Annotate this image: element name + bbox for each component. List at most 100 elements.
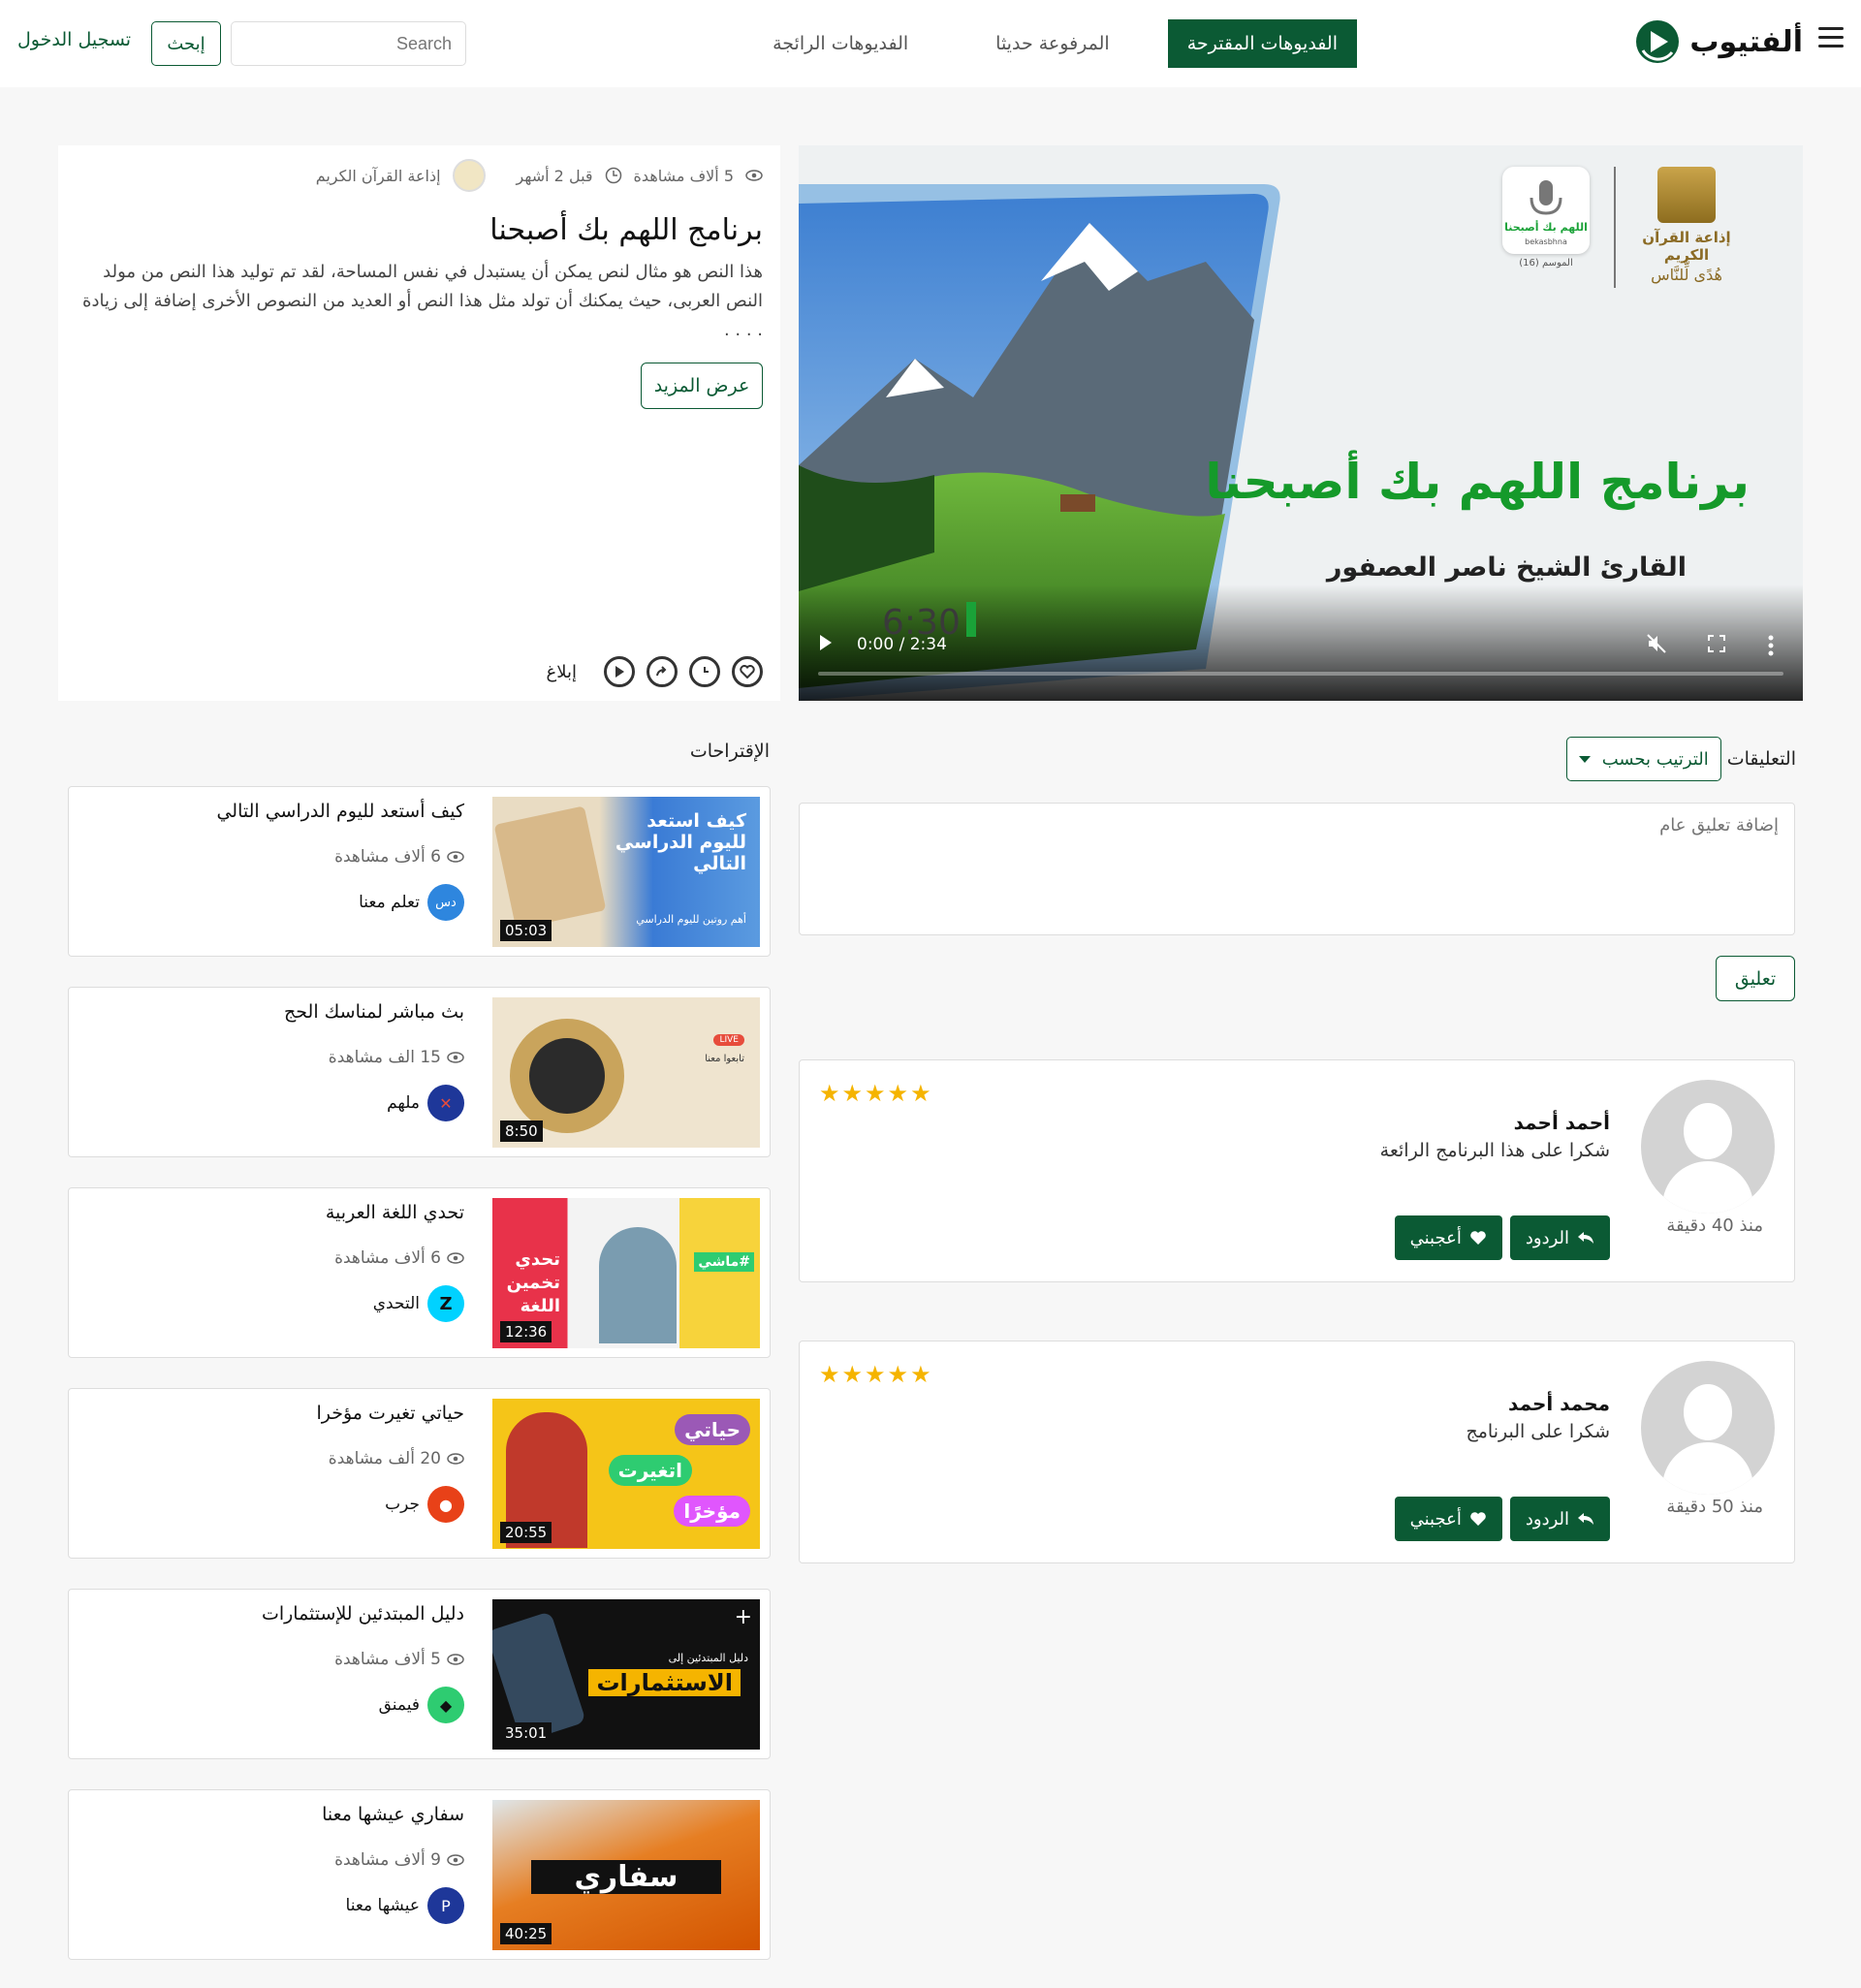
like-button[interactable]: أعجبني <box>1394 1497 1502 1541</box>
suggestion-card[interactable]: دليل المبتدئين إلى الاستثمارات + 35:01 د… <box>68 1589 771 1759</box>
rating-stars: ★★★★★ <box>819 1080 933 1107</box>
heart-icon <box>1470 1512 1486 1526</box>
suggestion-card[interactable]: كيف استعد لليوم الدراسي التالي أهم روتين… <box>68 786 771 957</box>
view-count: 5 ألاف مشاهدة <box>633 166 734 185</box>
search-input[interactable] <box>231 21 466 66</box>
channel-name[interactable]: إذاعة القرآن الكريم <box>316 167 441 185</box>
suggestion-title[interactable]: تحدي اللغة العربية <box>326 1202 464 1223</box>
comment-author: أحمد أحمد <box>1513 1111 1610 1134</box>
hamburger-menu-icon[interactable] <box>1818 27 1844 48</box>
suggestion-card[interactable]: حياتي اتغيرت مؤخرًا 20:55 حياتي تغيرت مؤ… <box>68 1388 771 1559</box>
video-duration: 8:50 <box>500 1120 543 1142</box>
submit-comment-button[interactable]: تعليق <box>1716 956 1795 1001</box>
video-thumbnail[interactable]: تحدي تخمين اللغة #ماشي 12:36 <box>492 1198 760 1348</box>
video-thumbnail[interactable]: دليل المبتدئين إلى الاستثمارات + 35:01 <box>492 1599 760 1750</box>
reply-icon <box>1578 1232 1593 1244</box>
views-text: 9 ألاف مشاهدة <box>334 1850 441 1870</box>
suggestion-title[interactable]: سفاري عيشها معنا <box>322 1804 464 1825</box>
fullscreen-icon[interactable] <box>1708 635 1725 652</box>
views-text: 6 ألاف مشاهدة <box>334 847 441 867</box>
podcast-name: اللهم بك أصبحنا <box>1504 220 1588 234</box>
eye-icon <box>447 1654 464 1665</box>
video-thumbnail[interactable]: كيف استعد لليوم الدراسي التالي أهم روتين… <box>492 797 760 947</box>
views-text: 20 ألف مشاهدة <box>328 1449 441 1468</box>
search-button[interactable]: إبحث <box>151 21 221 66</box>
suggestion-views: 6 ألاف مشاهدة <box>334 847 464 867</box>
comment-card: منذ 50 دقيقة محمد أحمد شكرا على البرنامج… <box>799 1341 1795 1563</box>
play-circle-icon[interactable] <box>604 656 635 687</box>
watch-later-icon[interactable] <box>689 656 720 687</box>
like-label: أعجبني <box>1409 1508 1462 1529</box>
progress-bar[interactable] <box>818 672 1783 676</box>
suggestion-channel[interactable]: P عيشها معنا <box>346 1887 464 1924</box>
mute-icon[interactable] <box>1646 633 1667 654</box>
suggestion-channel[interactable]: ◆ فيمنق <box>379 1687 464 1723</box>
user-avatar <box>1641 1361 1775 1495</box>
suggestion-card[interactable]: تحدي تخمين اللغة #ماشي 12:36 تحدي اللغة … <box>68 1187 771 1358</box>
quran-radio-logo: إذاعة القرآن الكريم هُدًى لِّلنَّاس <box>1619 167 1754 293</box>
suggestion-channel[interactable]: Z التحدي <box>373 1285 464 1322</box>
plus-icon: + <box>734 1605 752 1629</box>
tab-recently-uploaded[interactable]: المرفوعة حديثا <box>976 19 1129 68</box>
comment-input[interactable] <box>799 803 1795 935</box>
play-icon[interactable] <box>820 635 832 650</box>
rating-stars: ★★★★★ <box>819 1361 933 1388</box>
tab-suggested-videos[interactable]: الفديوهات المقترحة <box>1167 19 1357 68</box>
video-duration: 35:01 <box>500 1722 552 1744</box>
suggestion-views: 6 ألاف مشاهدة <box>334 1248 464 1268</box>
comment-actions: الردود أعجبني <box>1394 1215 1610 1260</box>
eye-icon <box>447 1052 464 1063</box>
main-video-player[interactable]: إذاعة القرآن الكريم هُدًى لِّلنَّاس الله… <box>799 145 1803 701</box>
radio-name: إذاعة القرآن الكريم <box>1642 229 1731 264</box>
suggestion-views: 20 ألف مشاهدة <box>329 1449 464 1468</box>
channel-name: ملهم <box>387 1093 420 1113</box>
suggestion-card[interactable]: سفاري 40:25 سفاري عيشها معنا 9 ألاف مشاه… <box>68 1789 771 1960</box>
replies-label: الردود <box>1525 1227 1569 1247</box>
suggestion-title[interactable]: كيف أستعد لليوم الدراسي التالي <box>216 801 464 822</box>
suggestion-title[interactable]: بث مباشر لمناسك الحج <box>284 1001 464 1023</box>
replies-button[interactable]: الردود <box>1509 1497 1610 1541</box>
suggestion-views: 9 ألاف مشاهدة <box>334 1850 464 1870</box>
suggestion-channel[interactable]: دس تعلم معنا <box>359 884 464 921</box>
channel-avatar: Z <box>427 1285 464 1322</box>
thumb-title: الاستثمارات <box>588 1669 741 1696</box>
video-overlay-title: برنامج اللهم بك أصبحنا <box>1205 454 1750 510</box>
podcast-logo: اللهم بك أصبحنا bekasbhna الموسم (16) <box>1502 167 1590 298</box>
report-link[interactable]: إبلاغ <box>547 662 578 682</box>
suggestion-card[interactable]: LIVE تابعوا معنا 8:50 بث مباشر لمناسك ال… <box>68 987 771 1157</box>
channel-avatar[interactable] <box>452 159 486 192</box>
video-thumbnail[interactable]: حياتي اتغيرت مؤخرًا 20:55 <box>492 1399 760 1549</box>
suggestion-channel[interactable]: ✕ ملهم <box>387 1085 464 1121</box>
suggestion-title[interactable]: دليل المبتدئين للإستثمارات <box>262 1603 464 1625</box>
show-more-button[interactable]: عرض المزيد <box>641 363 763 409</box>
tab-trending-videos[interactable]: الفديوهات الرائجة <box>753 19 928 68</box>
video-info-card: 5 ألاف مشاهدة قبل 2 أشهر إذاعة القرآن ال… <box>58 145 780 701</box>
sort-dropdown[interactable]: الترتيب بحسب <box>1565 737 1721 781</box>
channel-avatar: ◆ <box>427 1687 464 1723</box>
channel-name: التحدي <box>372 1294 420 1313</box>
suggestion-channel[interactable]: ● جرب <box>385 1486 464 1523</box>
user-avatar <box>1641 1080 1775 1214</box>
replies-button[interactable]: الردود <box>1509 1215 1610 1260</box>
video-controls: 6:30 0:00 / 2:34 <box>799 584 1803 701</box>
more-options-icon[interactable] <box>1768 635 1774 656</box>
thumb-title: كيف استعد لليوم الدراسي التالي <box>615 810 746 874</box>
share-icon[interactable] <box>647 656 678 687</box>
site-logo[interactable]: ألفتيوب <box>1633 17 1803 66</box>
video-thumbnail[interactable]: سفاري 40:25 <box>492 1800 760 1950</box>
like-label: أعجبني <box>1409 1227 1462 1247</box>
channel-name: عيشها معنا <box>345 1896 420 1915</box>
video-meta: 5 ألاف مشاهدة قبل 2 أشهر إذاعة القرآن ال… <box>316 159 763 192</box>
like-button[interactable]: أعجبني <box>1394 1215 1502 1260</box>
comment-text: شكرا على هذا البرنامج الرائعة <box>1379 1140 1610 1161</box>
video-description: هذا النص هو مثال لنص يمكن أن يستبدل في ن… <box>82 262 763 340</box>
like-heart-icon[interactable] <box>732 656 763 687</box>
video-thumbnail[interactable]: LIVE تابعوا معنا 8:50 <box>492 997 760 1148</box>
login-link[interactable]: تسجيل الدخول <box>17 29 131 50</box>
thumb-subtitle: اتغيرت <box>608 1455 692 1486</box>
suggestion-title[interactable]: حياتي تغيرت مؤخرا <box>316 1403 464 1424</box>
views-text: 6 ألاف مشاهدة <box>334 1248 441 1268</box>
video-duration: 40:25 <box>500 1923 552 1944</box>
thumb-subtitle: تابعوا معنا <box>705 1054 744 1064</box>
comment-time: منذ 50 دقيقة <box>1666 1497 1763 1517</box>
